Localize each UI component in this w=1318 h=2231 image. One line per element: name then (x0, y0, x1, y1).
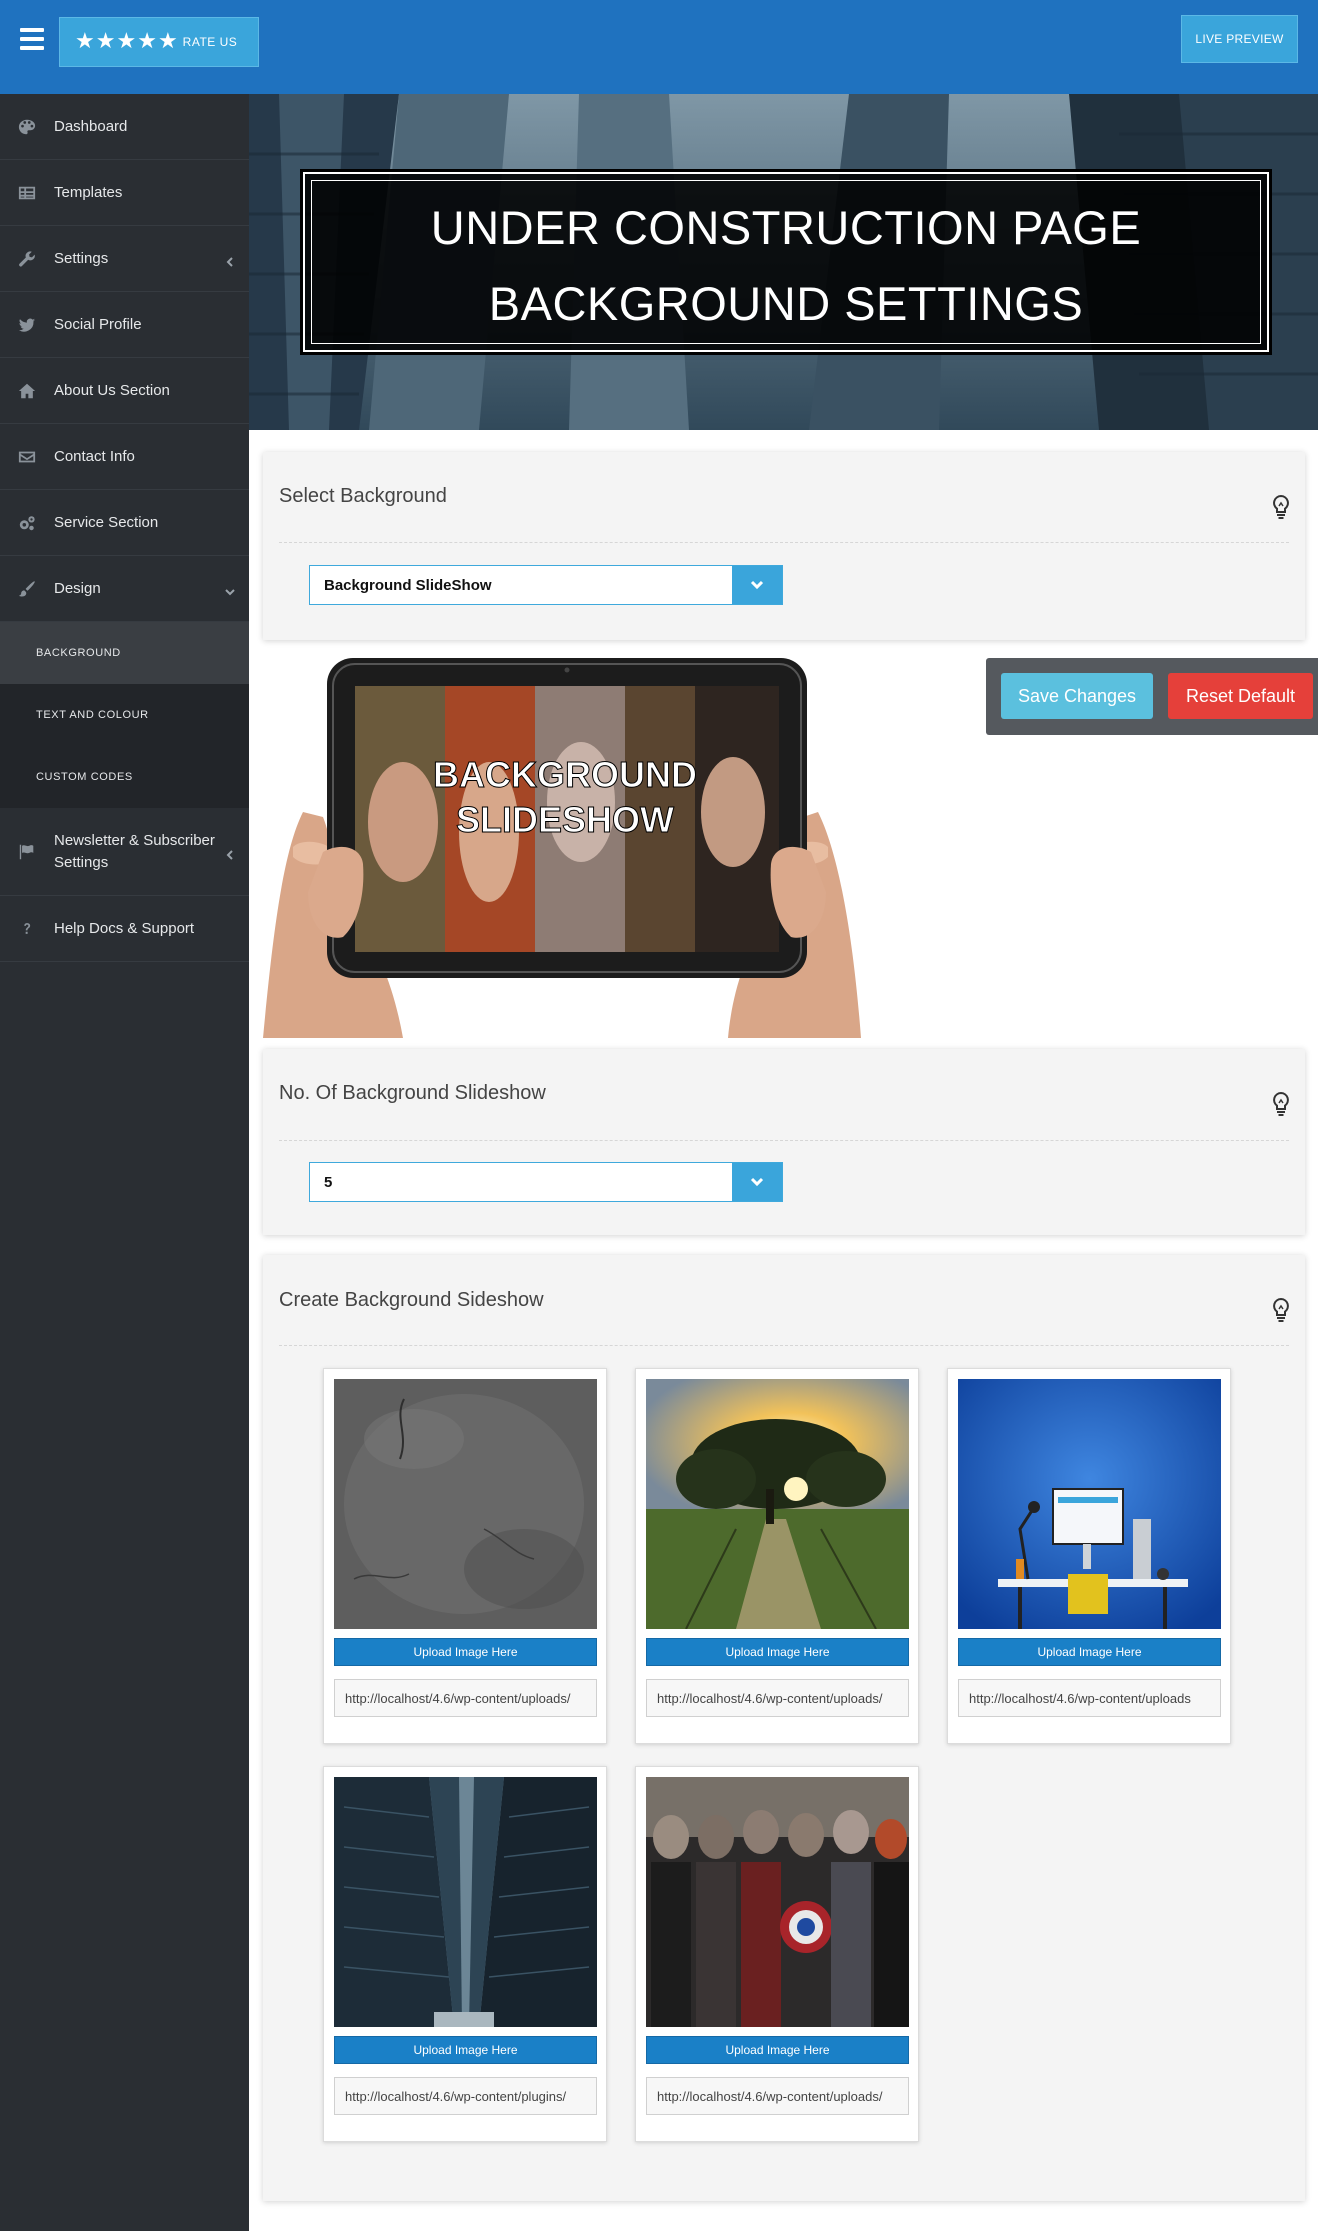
divider (279, 1140, 1289, 1141)
question-icon (17, 919, 37, 939)
rate-us-label: RATE US (182, 35, 238, 49)
sidebar-item-label: Contact Info (54, 447, 135, 465)
hero-title-line1: UNDER CONSTRUCTION PAGE (430, 201, 1142, 254)
sidebar-item-about-us[interactable]: About Us Section (0, 358, 249, 424)
select-value: Background SlideShow (324, 576, 492, 594)
sidebar-item-label: About Us Section (54, 381, 170, 399)
star-icon: ★ (116, 29, 137, 54)
wrench-icon (17, 249, 37, 269)
top-bar: ★ ★ ★ ★ ★ RATE US LIVE PREVIEW (0, 0, 1318, 94)
sidebar-item-label: Dashboard (54, 117, 128, 135)
star-icon: ★ (95, 29, 116, 54)
sidebar-item-label: Newsletter & Subscriber Settings (54, 831, 215, 871)
sidebar-item-social-profile[interactable]: Social Profile (0, 292, 249, 358)
create-slideshow-panel: Create Background Sideshow Upload Image … (263, 1255, 1305, 2201)
image-url-field[interactable] (334, 2077, 597, 2115)
slide-card: Upload Image Here (635, 1766, 919, 2142)
sidebar-subitem-custom-codes[interactable]: CUSTOM CODES (0, 746, 249, 808)
upload-image-button[interactable]: Upload Image Here (334, 2036, 597, 2064)
chevron-down-icon[interactable] (732, 566, 782, 604)
envelope-icon (17, 447, 37, 467)
star-icon: ★ (157, 29, 178, 54)
panel-title: Select Background (279, 485, 447, 507)
rate-us-button[interactable]: ★ ★ ★ ★ ★ RATE US (59, 17, 259, 67)
hero-title-box: UNDER CONSTRUCTION PAGE BACKGROUND SETTI… (300, 169, 1272, 355)
sidebar-item-settings[interactable]: Settings (0, 226, 249, 292)
star-icon: ★ (75, 29, 95, 54)
save-changes-button[interactable]: Save Changes (1001, 673, 1153, 719)
twitter-bird-icon (17, 315, 37, 335)
image-url-field[interactable] (958, 1679, 1221, 1717)
chevron-left-icon (225, 254, 235, 267)
reset-default-button[interactable]: Reset Default (1168, 673, 1313, 719)
sidebar-item-label: Templates (54, 183, 123, 201)
slide-card: Upload Image Here (947, 1368, 1231, 1744)
chevron-down-icon (225, 584, 235, 595)
slide-image-preview (646, 1379, 909, 1629)
upload-image-button[interactable]: Upload Image Here (958, 1638, 1221, 1666)
tablet-caption-line1: BACKGROUND (433, 754, 697, 795)
slide-image-preview (334, 1777, 597, 2027)
sidebar-item-newsletter[interactable]: Newsletter & Subscriber Settings (0, 808, 249, 896)
hero-title-line2: BACKGROUND SETTINGS (488, 277, 1084, 330)
chevron-left-icon (225, 847, 235, 860)
upload-image-button[interactable]: Upload Image Here (646, 1638, 909, 1666)
panel-title: No. Of Background Slideshow (279, 1082, 546, 1104)
lightbulb-icon[interactable] (1271, 1297, 1291, 1323)
hamburger-menu-icon[interactable] (20, 28, 44, 50)
sidebar-subitem-text-and-colour[interactable]: TEXT AND COLOUR (0, 684, 249, 746)
sidebar-item-label: Help Docs & Support (54, 919, 195, 937)
divider (279, 542, 1289, 543)
slide-card: Upload Image Here (635, 1368, 919, 1744)
flag-icon (17, 842, 37, 862)
sidebar-item-label: Service Section (54, 513, 159, 531)
lightbulb-icon[interactable] (1271, 494, 1291, 520)
lightbulb-icon[interactable] (1271, 1091, 1291, 1117)
brush-icon (17, 579, 37, 599)
sidebar: Dashboard Templates Settings Social Prof… (0, 94, 249, 2231)
panel-title: Create Background Sideshow (279, 1289, 544, 1311)
slideshow-count-select[interactable]: 5 (309, 1162, 783, 1202)
image-url-field[interactable] (646, 1679, 909, 1717)
sidebar-item-help-docs[interactable]: Help Docs & Support (0, 896, 249, 962)
divider (279, 1345, 1289, 1346)
tablet-caption-line2: SLIDESHOW (456, 799, 674, 840)
chevron-down-icon[interactable] (732, 1163, 782, 1201)
slide-card: Upload Image Here (323, 1766, 607, 2142)
slide-image-preview (646, 1777, 909, 2027)
sidebar-item-label: Design (54, 579, 101, 597)
gears-icon (17, 513, 37, 533)
hero-banner: UNDER CONSTRUCTION PAGE BACKGROUND SETTI… (249, 94, 1318, 430)
upload-image-button[interactable]: Upload Image Here (646, 2036, 909, 2064)
star-icon: ★ (137, 29, 157, 54)
upload-image-button[interactable]: Upload Image Here (334, 1638, 597, 1666)
select-value: 5 (324, 1173, 333, 1191)
sidebar-subitem-background[interactable]: BACKGROUND (0, 622, 249, 684)
sidebar-item-service-section[interactable]: Service Section (0, 490, 249, 556)
slide-card: Upload Image Here (323, 1368, 607, 1744)
sidebar-item-label: Settings (54, 249, 109, 267)
sidebar-item-contact-info[interactable]: Contact Info (0, 424, 249, 490)
image-url-field[interactable] (646, 2077, 909, 2115)
grid-table-icon (17, 183, 37, 203)
background-slideshow-illustration: BACKGROUND SLIDESHOW (263, 652, 863, 1038)
sidebar-item-templates[interactable]: Templates (0, 160, 249, 226)
palette-icon (17, 117, 37, 137)
sidebar-item-design[interactable]: Design (0, 556, 249, 622)
slide-image-preview (334, 1379, 597, 1629)
sidebar-item-label: Social Profile (54, 315, 142, 333)
slideshow-count-panel: No. Of Background Slideshow 5 (263, 1049, 1305, 1235)
image-url-field[interactable] (334, 1679, 597, 1717)
sidebar-item-dashboard[interactable]: Dashboard (0, 94, 249, 160)
background-type-select[interactable]: Background SlideShow (309, 565, 783, 605)
select-background-panel: Select Background Background SlideShow (263, 452, 1305, 640)
home-icon (17, 381, 37, 401)
slide-image-preview (958, 1379, 1221, 1629)
action-bar: Save Changes Reset Default (986, 658, 1318, 735)
live-preview-button[interactable]: LIVE PREVIEW (1181, 15, 1298, 63)
